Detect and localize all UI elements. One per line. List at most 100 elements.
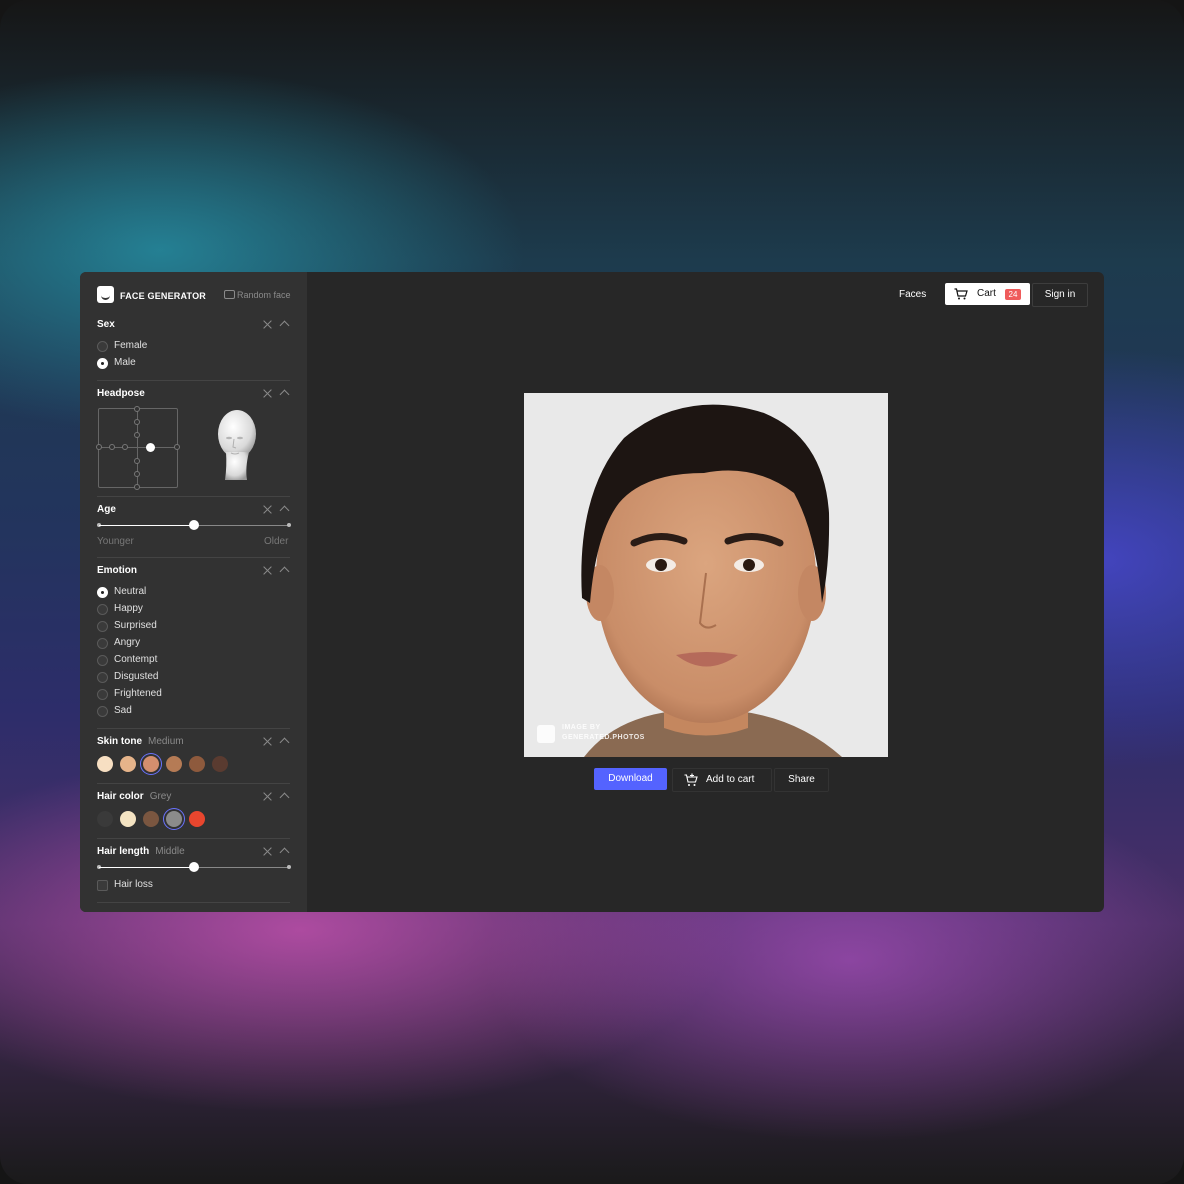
age-min-label: Younger (97, 536, 134, 547)
radio-icon[interactable] (97, 604, 108, 615)
hair-length-slider-handle[interactable] (189, 862, 199, 872)
cart-label: Cart (977, 288, 996, 299)
pose-tick (134, 471, 140, 477)
watermark-line-2: GENERATED.PHOTOS (562, 734, 645, 741)
skin-tone-swatch[interactable] (212, 756, 228, 772)
pose-tick (122, 444, 128, 450)
clear-skin-tone-icon[interactable] (263, 737, 272, 746)
cart-button[interactable]: Cart 24 (945, 283, 1030, 305)
radio-selected-icon[interactable] (97, 587, 108, 598)
divider (97, 838, 290, 839)
radio-icon[interactable] (97, 341, 108, 352)
radio-icon[interactable] (97, 689, 108, 700)
age-max-label: Older (264, 536, 289, 547)
hair-loss-label: Hair loss (114, 879, 153, 890)
hair-length-value: Middle (155, 846, 185, 857)
collapse-headpose-chevron-icon[interactable] (279, 389, 290, 400)
random-face-button[interactable]: Random face (237, 290, 291, 300)
cart-icon (954, 288, 968, 300)
download-button[interactable]: Download (594, 768, 667, 790)
option-label: Surprised (114, 620, 157, 631)
watermark-line-1: IMAGE BY (562, 724, 601, 731)
face-portrait-image (524, 393, 888, 757)
skin-tone-swatch[interactable] (97, 756, 113, 772)
radio-icon[interactable] (97, 638, 108, 649)
age-slider[interactable] (97, 520, 291, 530)
pose-tick (134, 458, 140, 464)
skin-tone-swatch[interactable] (189, 756, 205, 772)
faces-link[interactable]: Faces (899, 289, 926, 300)
generated-face-photo: IMAGE BY GENERATED.PHOTOS (524, 393, 888, 757)
hair-color-swatch[interactable] (189, 811, 205, 827)
pose-tick (134, 432, 140, 438)
collapse-skin-tone-chevron-icon[interactable] (279, 737, 290, 748)
collapse-hair-length-chevron-icon[interactable] (279, 847, 290, 858)
hair-color-swatch[interactable] (120, 811, 136, 827)
option-label: Angry (114, 637, 141, 648)
pose-tick (174, 444, 180, 450)
clear-emotion-icon[interactable] (263, 566, 272, 575)
divider (97, 496, 290, 497)
watermark-text: IMAGE BY GENERATED.PHOTOS (562, 723, 645, 743)
skin-tone-label: Skin tone (97, 736, 143, 747)
hair-length-slider[interactable] (97, 862, 291, 872)
headpose-handle[interactable] (146, 443, 155, 452)
headpose-title: Headpose (97, 388, 145, 399)
option-label: Female (114, 340, 148, 351)
brand-name: FACE GENERATOR (120, 291, 206, 301)
radio-selected-icon[interactable] (97, 358, 108, 369)
add-to-cart-button[interactable]: Add to cart (672, 768, 772, 792)
pose-tick (96, 444, 102, 450)
option-label: Sad (114, 705, 132, 716)
skin-tone-swatch[interactable] (166, 756, 182, 772)
dice-icon[interactable] (224, 290, 235, 299)
hair-length-slider-fill (99, 867, 194, 868)
divider (97, 902, 290, 903)
option-label: Neutral (114, 586, 147, 597)
emotion-title: Emotion (97, 565, 137, 576)
divider (97, 728, 290, 729)
headpose-pad[interactable] (96, 406, 180, 490)
clear-headpose-icon[interactable] (263, 389, 272, 398)
divider (97, 557, 290, 558)
hair-color-swatch[interactable] (143, 811, 159, 827)
age-title: Age (97, 504, 116, 515)
skin-tone-swatch[interactable] (120, 756, 136, 772)
filters-sidebar: FACE GENERATOR Random face Sex Female Ma… (80, 272, 307, 912)
age-slider-handle[interactable] (189, 520, 199, 530)
hair-length-label: Hair length (97, 846, 150, 857)
clear-sex-icon[interactable] (263, 320, 272, 329)
radio-icon[interactable] (97, 655, 108, 666)
collapse-sex-chevron-icon[interactable] (279, 320, 290, 331)
clear-hair-length-icon[interactable] (263, 847, 272, 856)
clear-hair-color-icon[interactable] (263, 792, 272, 801)
hair-loss-checkbox[interactable] (97, 880, 108, 891)
slider-end (287, 523, 291, 527)
watermark-logo-icon (537, 725, 555, 743)
sign-in-button[interactable]: Sign in (1032, 283, 1088, 307)
hair-color-title: Hair color Grey (97, 791, 171, 802)
clear-age-icon[interactable] (263, 505, 272, 514)
hair-color-swatch[interactable] (97, 811, 113, 827)
collapse-emotion-chevron-icon[interactable] (279, 566, 290, 577)
collapse-age-chevron-icon[interactable] (279, 505, 290, 516)
option-label: Male (114, 357, 136, 368)
hair-color-swatch[interactable] (166, 811, 182, 827)
divider (97, 380, 290, 381)
pose-tick (134, 419, 140, 425)
add-to-cart-icon (684, 773, 698, 786)
radio-icon[interactable] (97, 621, 108, 632)
option-label: Contempt (114, 654, 158, 665)
sex-title: Sex (97, 319, 115, 330)
hair-color-value: Grey (149, 791, 172, 802)
hair-length-title: Hair length Middle (97, 846, 185, 857)
skin-tone-title: Skin tone Medium (97, 736, 184, 747)
radio-icon[interactable] (97, 706, 108, 717)
skin-tone-swatch[interactable] (143, 756, 159, 772)
skin-tone-value: Medium (148, 736, 184, 747)
share-button[interactable]: Share (774, 768, 829, 792)
option-label: Disgusted (114, 671, 159, 682)
radio-icon[interactable] (97, 672, 108, 683)
collapse-hair-color-chevron-icon[interactable] (279, 792, 290, 803)
option-label: Frightened (114, 688, 162, 699)
